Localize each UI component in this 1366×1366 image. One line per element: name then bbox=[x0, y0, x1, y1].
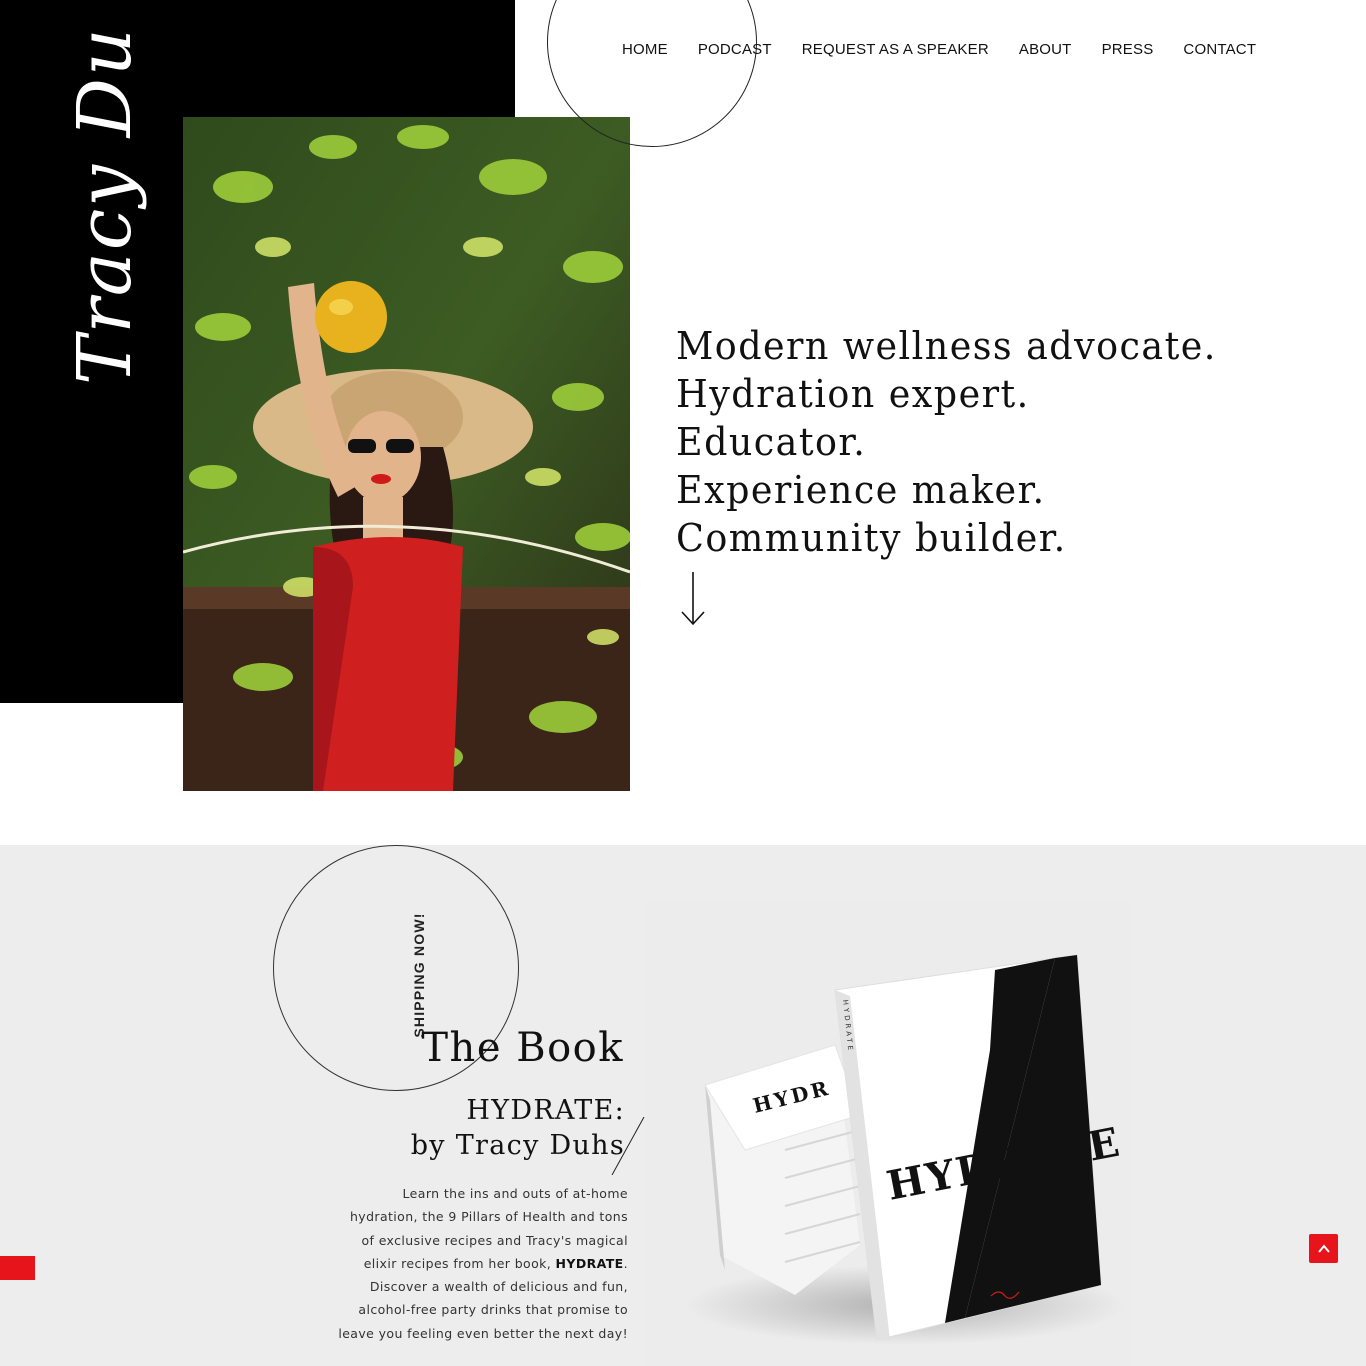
side-feedback-tab[interactable] bbox=[0, 1256, 35, 1280]
nav-about[interactable]: ABOUT bbox=[1019, 40, 1072, 60]
book-mockup-image: HYDR HYDRATE HYDRATE bbox=[645, 900, 1131, 1366]
slash-decoration bbox=[611, 1117, 645, 1175]
signature-logo[interactable]: Tracy Duhs bbox=[0, 0, 183, 410]
nav-press[interactable]: PRESS bbox=[1102, 40, 1154, 60]
book-description: Learn the ins and outs of at-home hydrat… bbox=[338, 1182, 628, 1345]
nav-contact[interactable]: CONTACT bbox=[1183, 40, 1256, 60]
tagline-line: Community builder. bbox=[676, 516, 1067, 560]
signature-text: Tracy Duhs bbox=[62, 30, 148, 385]
nav-podcast[interactable]: PODCAST bbox=[698, 40, 772, 60]
main-nav: HOME PODCAST REQUEST AS A SPEAKER ABOUT … bbox=[622, 40, 1256, 60]
book-subtitle: HYDRATE: by Tracy Duhs bbox=[411, 1093, 625, 1163]
tagline-line: Modern wellness advocate. bbox=[676, 324, 1217, 368]
shipping-badge-text: SHIPPING NOW! bbox=[411, 912, 427, 1038]
tagline-line: Educator. bbox=[676, 420, 867, 464]
book-subtitle-line2: by Tracy Duhs bbox=[410, 1130, 625, 1161]
tagline-line: Experience maker. bbox=[676, 468, 1046, 512]
hero-photo bbox=[183, 117, 630, 791]
book-subtitle-line1: HYDRATE: bbox=[466, 1095, 625, 1126]
book-heading: The Book bbox=[421, 1025, 624, 1071]
shipping-badge: SHIPPING NOW! bbox=[410, 910, 428, 1040]
tagline-line: Hydration expert. bbox=[676, 372, 1030, 416]
scroll-to-top-button[interactable] bbox=[1309, 1234, 1338, 1263]
book-section: SHIPPING NOW! The Book HYDRATE: by Tracy… bbox=[0, 845, 1366, 1366]
book-description-bold: HYDRATE bbox=[555, 1255, 624, 1271]
nav-home[interactable]: HOME bbox=[622, 40, 668, 60]
chevron-up-icon bbox=[1317, 1243, 1330, 1253]
hero-tagline: Modern wellness advocate. Hydration expe… bbox=[676, 322, 1239, 562]
nav-request-speaker[interactable]: REQUEST AS A SPEAKER bbox=[802, 40, 989, 60]
arrow-down-icon[interactable] bbox=[680, 572, 706, 628]
